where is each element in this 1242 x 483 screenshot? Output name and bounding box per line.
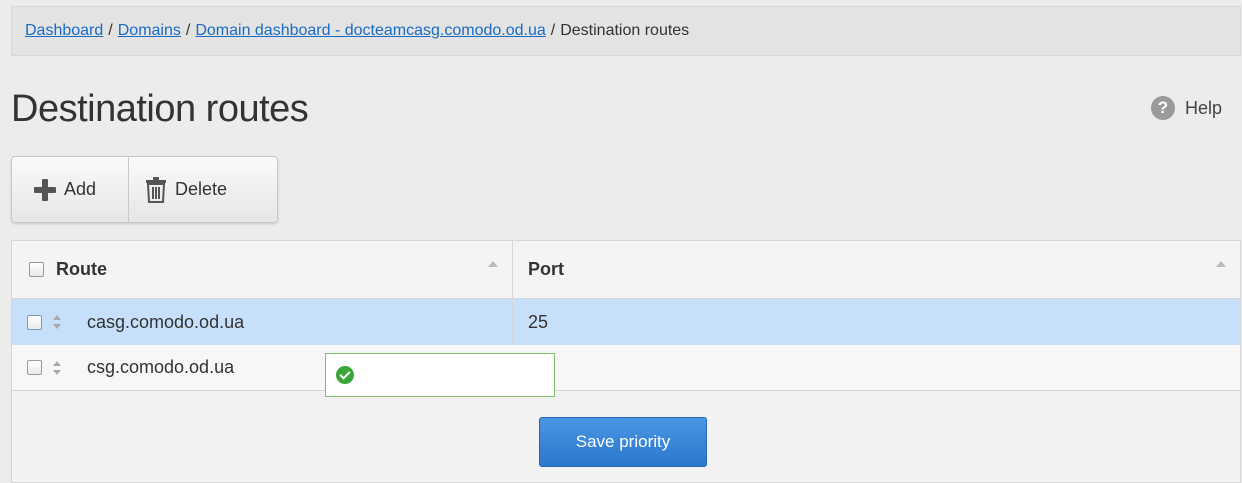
breadcrumb-dashboard-link[interactable]: Dashboard [25,22,103,40]
breadcrumb-separator: / [550,22,556,39]
select-all-checkbox[interactable] [29,262,44,277]
routes-table: Route Port casg.comodo.od.ua 25 csg.como… [11,240,1241,483]
save-priority-button[interactable]: Save priority [539,417,707,467]
plus-icon [34,178,56,201]
route-value: casg.comodo.od.ua [87,311,245,332]
breadcrumb-current: Destination routes [560,22,690,39]
column-header-route-label: Route [56,259,107,279]
drag-handle-icon[interactable] [52,360,62,376]
toolbar: Add Delete [11,156,278,223]
page-title: Destination routes [11,88,309,130]
route-value: csg.comodo.od.ua [87,357,235,377]
column-header-port[interactable]: Port [513,241,1240,298]
trash-icon [146,176,166,203]
help-icon: ? [1150,96,1175,120]
breadcrumb-domains-link[interactable]: Domains [118,22,181,40]
delete-button[interactable]: Delete [129,157,241,222]
table-row[interactable]: casg.comodo.od.ua 25 [12,299,1240,345]
table-row[interactable]: csg.comodo.od.ua [12,345,1240,391]
sort-arrow-icon[interactable] [1216,261,1226,267]
table-header: Route Port [12,241,1240,299]
drag-handle-icon[interactable] [52,314,62,330]
column-header-route[interactable]: Route [12,241,513,298]
delete-button-label: Delete [175,179,228,199]
port-edit-field[interactable] [325,353,555,397]
help-label: Help [1184,97,1222,118]
sort-arrow-icon[interactable] [488,261,498,267]
row-checkbox[interactable] [27,360,42,375]
add-button-label: Add [64,179,97,199]
help-link[interactable]: ? Help [1150,96,1222,120]
add-button[interactable]: Add [12,157,129,222]
breadcrumb-separator: / [108,22,113,39]
breadcrumb-separator: / [185,22,191,39]
row-checkbox[interactable] [27,314,42,330]
port-value: 25 [528,311,549,332]
breadcrumb: Dashboard / Domains / Domain dashboard -… [11,6,1241,56]
column-header-port-label: Port [528,259,564,279]
check-valid-icon [336,366,354,384]
breadcrumb-domain-dashboard-link[interactable]: Domain dashboard - docteamcasg.comodo.od… [195,22,545,40]
route-cell: casg.comodo.od.ua [12,299,513,345]
